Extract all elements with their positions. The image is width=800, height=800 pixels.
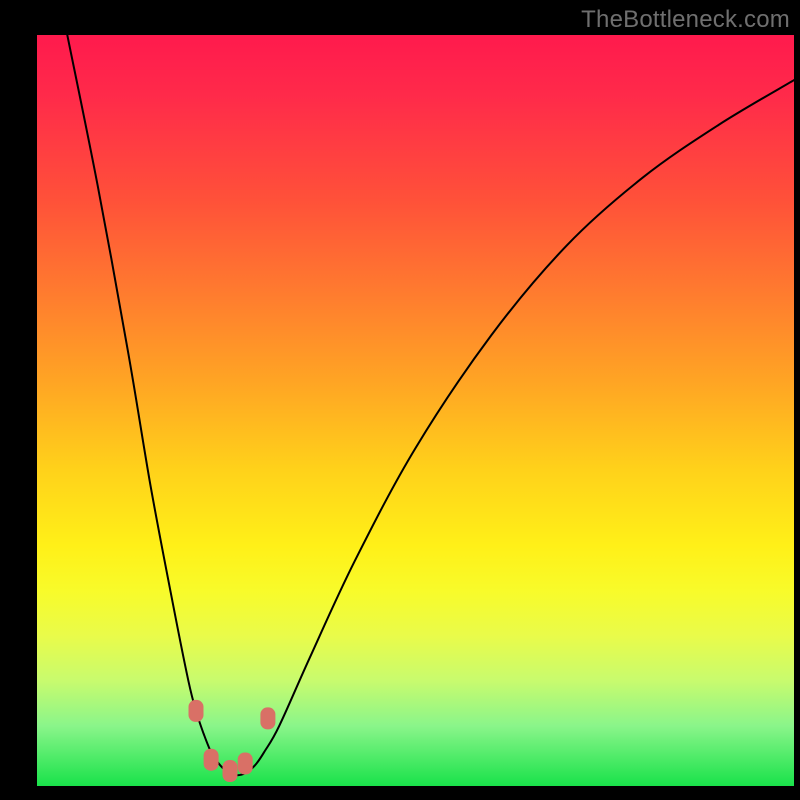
bottleneck-marker [260,707,275,729]
bottleneck-marker-group [189,700,276,782]
bottleneck-marker [223,760,238,782]
bottleneck-marker [189,700,204,722]
watermark-label: TheBottleneck.com [581,6,790,34]
bottleneck-marker [204,749,219,771]
bottleneck-marker [238,753,253,775]
plot-area [37,35,794,786]
bottleneck-curve-path [67,35,794,775]
bottleneck-curve-svg [37,35,794,786]
